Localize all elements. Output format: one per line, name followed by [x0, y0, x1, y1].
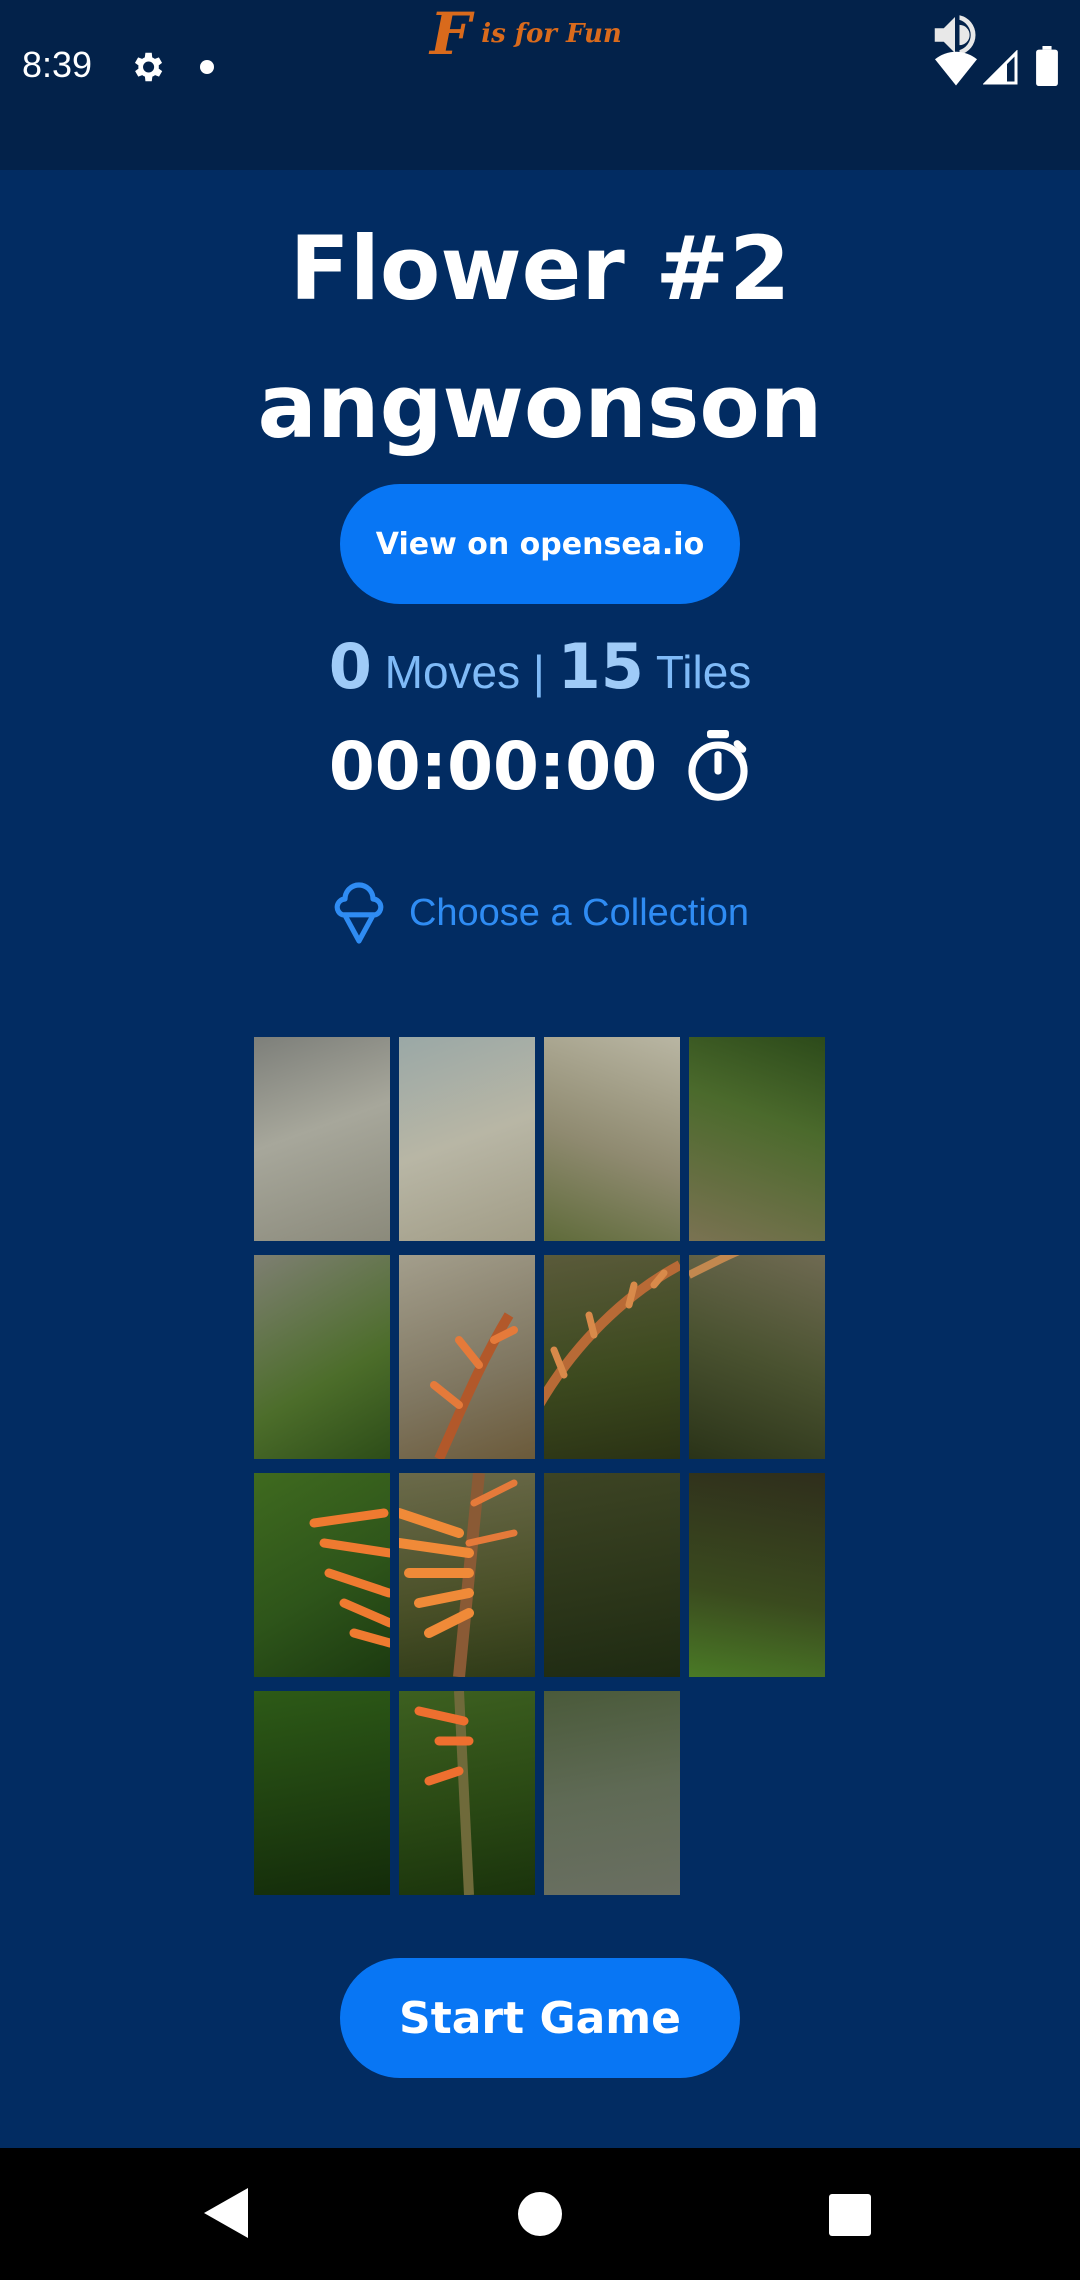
puzzle-tile[interactable]: [399, 1473, 535, 1677]
status-bar: 8:39 F is for Fun: [0, 0, 1080, 170]
brand-logo-letter: F: [430, 0, 472, 68]
recents-icon[interactable]: [829, 2194, 871, 2236]
game-stats: 0 Moves | 15 Tiles: [0, 630, 1080, 703]
puzzle-tile[interactable]: [689, 1473, 825, 1677]
puzzle-tile[interactable]: [544, 1037, 680, 1241]
puzzle-tile[interactable]: [254, 1255, 390, 1459]
flower-stem-segment: [544, 1260, 680, 1407]
puzzle-tile[interactable]: [399, 1255, 535, 1459]
stats-separator: |: [532, 646, 545, 698]
choose-collection-row[interactable]: Choose a Collection: [0, 880, 1080, 946]
puzzle-tile[interactable]: [399, 1037, 535, 1241]
puzzle-tile[interactable]: [544, 1255, 680, 1459]
home-icon[interactable]: [518, 2192, 562, 2236]
tiles-count: 15: [557, 630, 644, 703]
moves-label: Moves: [384, 646, 521, 698]
tiles-label: Tiles: [655, 646, 752, 698]
game-timer: 00:00:00: [328, 728, 658, 805]
timer-row: 00:00:00: [0, 728, 1080, 805]
puzzle-tile[interactable]: [254, 1473, 390, 1677]
puzzle-tile[interactable]: [254, 1691, 390, 1895]
start-game-button[interactable]: Start Game: [340, 1958, 740, 2078]
flower-stem-segment: [414, 1691, 474, 1895]
puzzle-tile[interactable]: [544, 1473, 680, 1677]
navigation-bar: [0, 2148, 1080, 2280]
artist-name: angwonson: [257, 355, 823, 458]
back-icon[interactable]: [204, 2188, 248, 2238]
battery-icon: [1036, 46, 1058, 86]
dot-icon: [200, 60, 214, 74]
brand-logo-text: is for Fun: [481, 19, 622, 49]
puzzle-board: [254, 1037, 826, 1895]
puzzle-tile[interactable]: [399, 1691, 535, 1895]
ice-cream-icon: [334, 882, 384, 944]
moves-count: 0: [328, 630, 372, 703]
flower-tip-segment: [689, 1255, 740, 1279]
puzzle-tile[interactable]: [544, 1691, 680, 1895]
status-time: 8:39: [22, 44, 93, 85]
brand-logo: F is for Fun: [430, 4, 622, 64]
stopwatch-icon: [688, 729, 748, 801]
wifi-icon: [935, 51, 977, 86]
puzzle-tile[interactable]: [689, 1037, 825, 1241]
signal-icon: [983, 50, 1018, 85]
puzzle-empty-slot[interactable]: [689, 1691, 825, 1895]
puzzle-tile[interactable]: [689, 1255, 825, 1459]
puzzle-tile[interactable]: [254, 1037, 390, 1241]
flower-bloom-segment: [399, 1473, 518, 1677]
flower-stem-segment: [430, 1312, 518, 1459]
page-title: Flower #2: [289, 217, 791, 320]
view-on-opensea-button[interactable]: View on opensea.io: [340, 484, 740, 604]
choose-collection-link[interactable]: Choose a Collection: [409, 892, 749, 935]
flower-bloom-segment: [309, 1508, 390, 1648]
gear-icon: [134, 52, 163, 82]
